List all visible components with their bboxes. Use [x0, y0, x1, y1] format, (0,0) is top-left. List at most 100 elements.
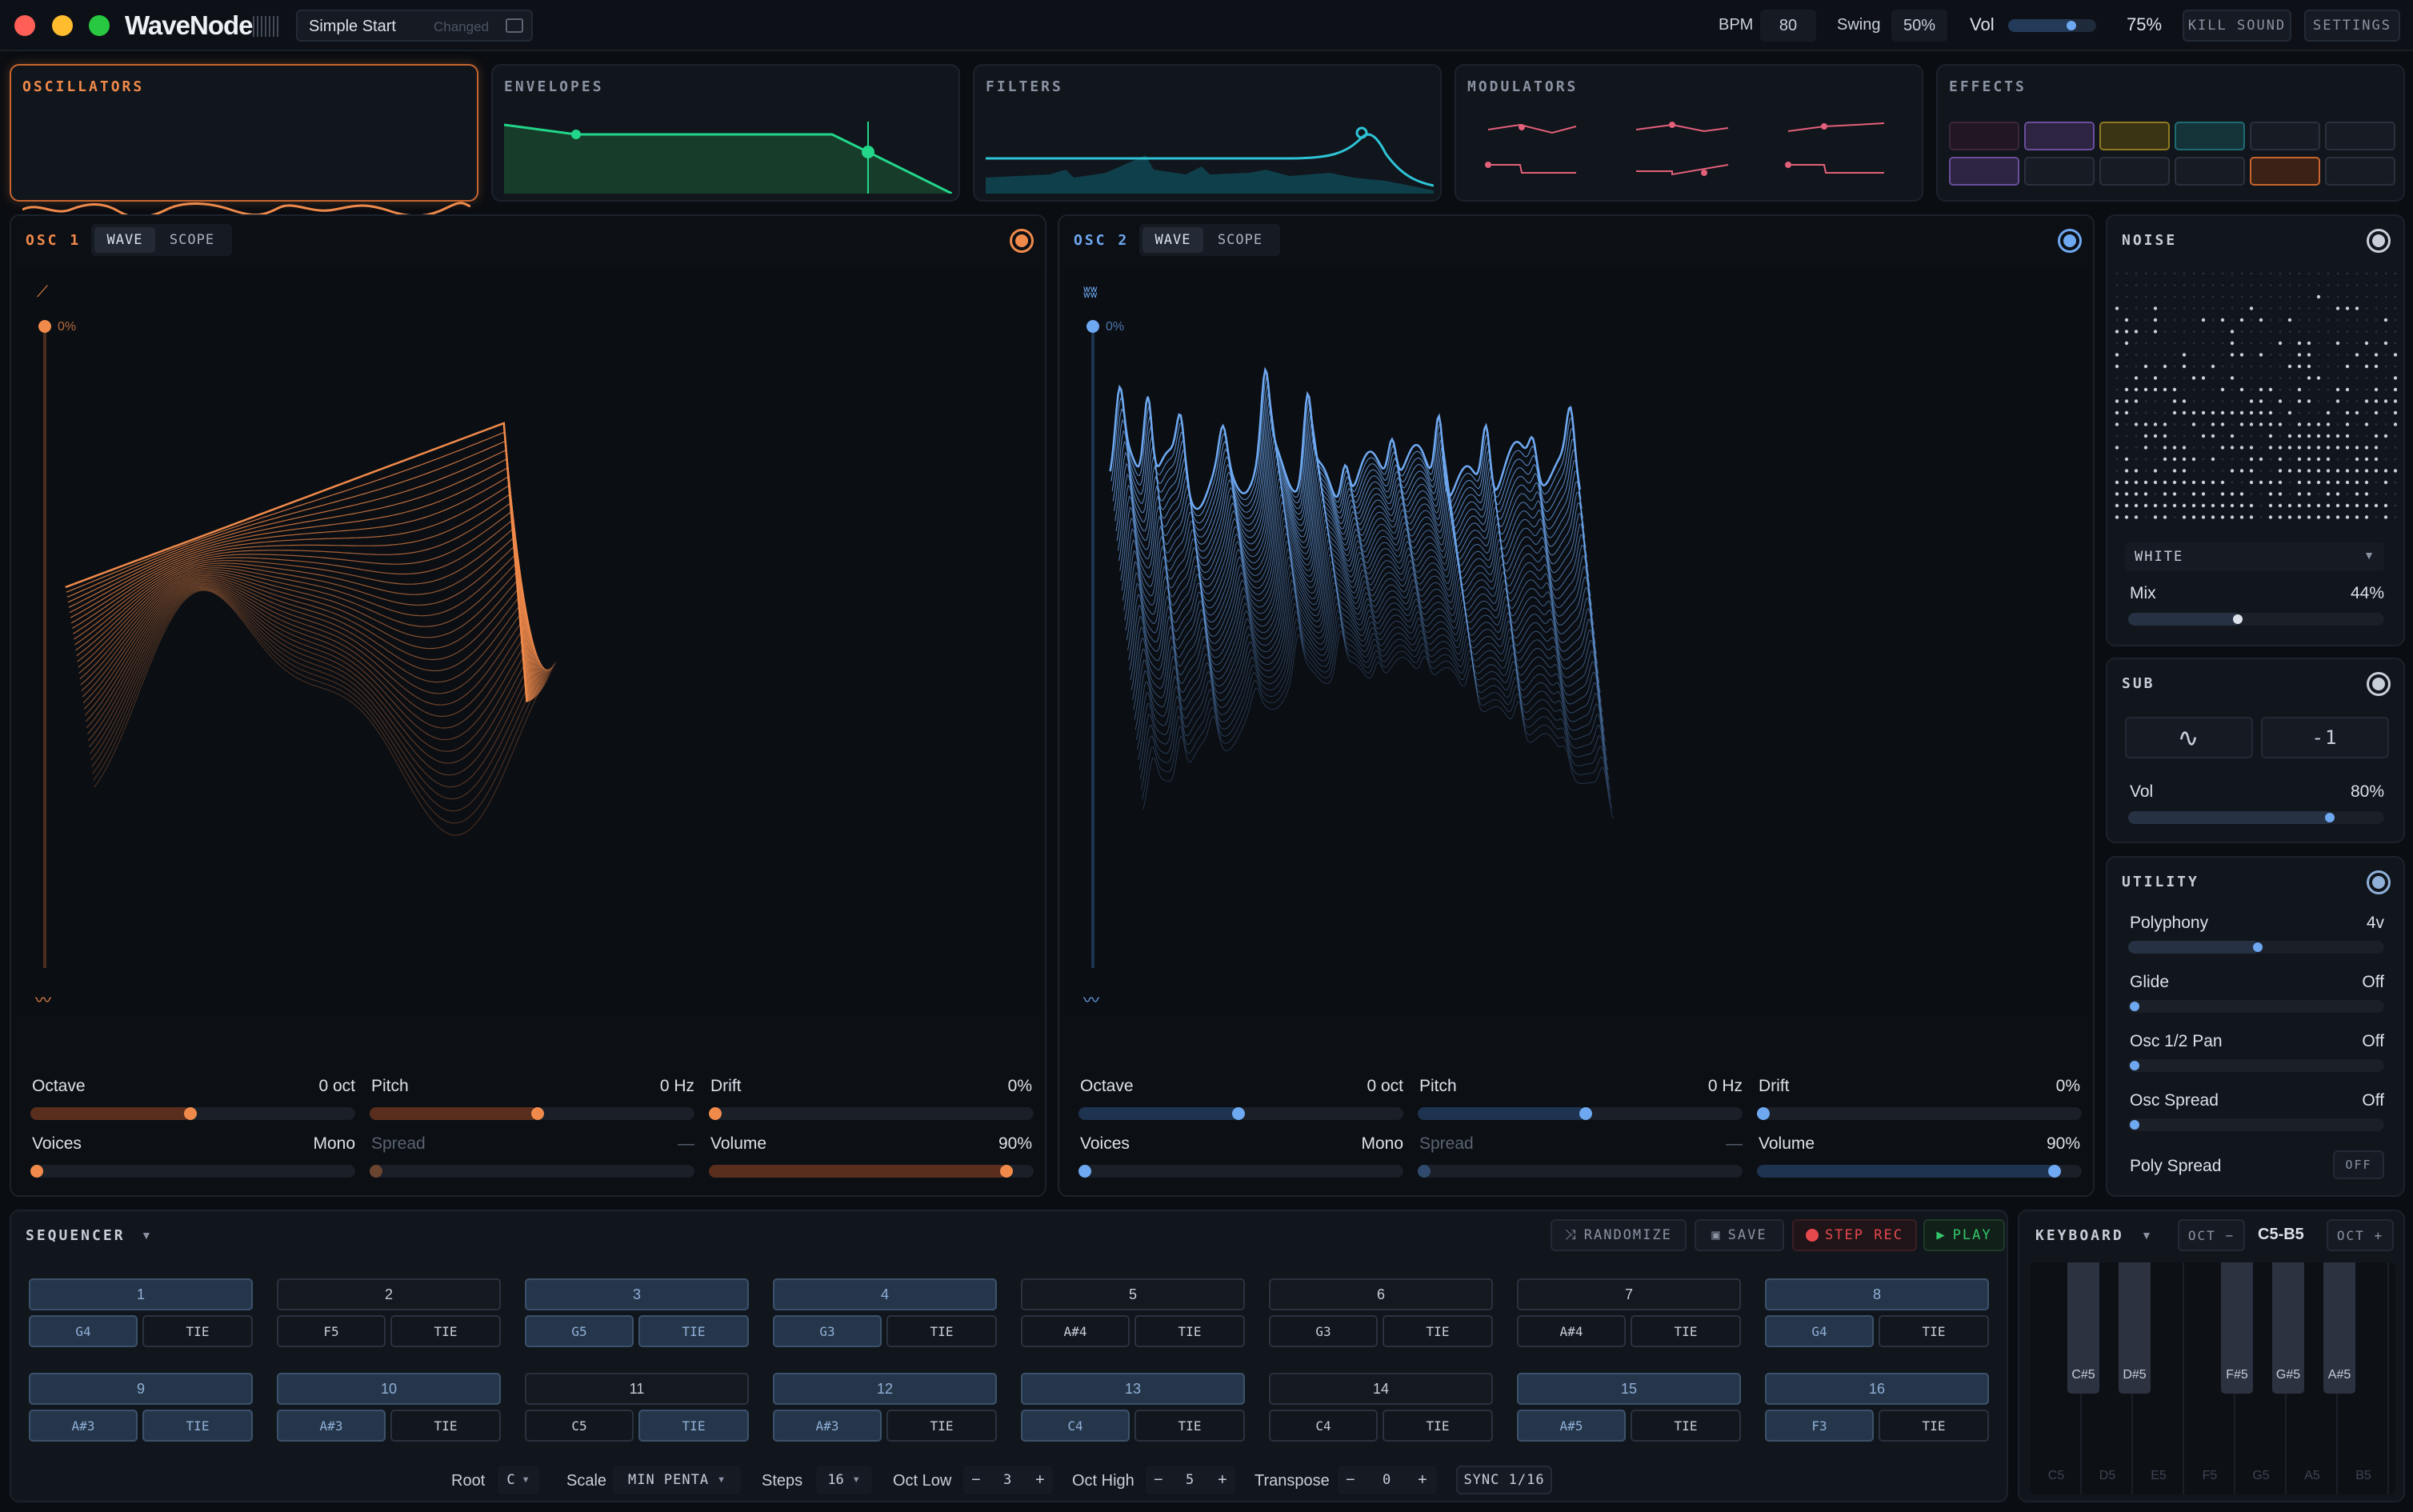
- step-4-note[interactable]: G3: [773, 1315, 882, 1347]
- step-10-tie-toggle[interactable]: TIE: [390, 1410, 501, 1442]
- osc2-tab-scope[interactable]: SCOPE: [1206, 227, 1274, 253]
- osc2-spread-slider[interactable]: [1418, 1165, 1743, 1178]
- steps-select[interactable]: 16 ▼: [816, 1466, 872, 1494]
- preset-selector[interactable]: Simple Start Changed: [296, 10, 533, 42]
- oct-low-decrement-button[interactable]: −: [971, 1471, 981, 1490]
- osc1-octave-slider[interactable]: [30, 1107, 355, 1120]
- oct-high-stepper[interactable]: − 5 +: [1146, 1466, 1235, 1494]
- osc1-tab-scope[interactable]: SCOPE: [158, 227, 226, 253]
- step-16-note[interactable]: F3: [1765, 1410, 1874, 1442]
- step-5-button[interactable]: 5: [1021, 1278, 1245, 1310]
- settings-button[interactable]: SETTINGS: [2304, 10, 2400, 42]
- overview-oscillators[interactable]: OSCILLATORS: [10, 64, 478, 218]
- step-4-button[interactable]: 4: [773, 1278, 997, 1310]
- osc1-voices-slider[interactable]: [30, 1165, 355, 1178]
- sub-octave-button[interactable]: -1: [2261, 717, 2389, 758]
- effect-eq-tile[interactable]: [2175, 157, 2245, 186]
- step-10-button[interactable]: 10: [277, 1373, 501, 1405]
- step-8-tie-toggle[interactable]: TIE: [1879, 1315, 1989, 1347]
- osc2-pitch-slider[interactable]: [1418, 1107, 1743, 1120]
- poly-spread-toggle[interactable]: OFF: [2333, 1150, 2384, 1179]
- step-5-note[interactable]: A#4: [1021, 1315, 1130, 1347]
- utility-enable-toggle[interactable]: [2367, 870, 2391, 894]
- osc-spread-slider[interactable]: [2128, 1118, 2384, 1131]
- osc1-wave-display[interactable]: ⟋ 0% 〰: [16, 267, 1042, 1010]
- transpose-increment-button[interactable]: +: [1418, 1471, 1427, 1490]
- step-12-button[interactable]: 12: [773, 1373, 997, 1405]
- effect-reverb-tile[interactable]: [2250, 122, 2320, 150]
- step-3-tie-toggle[interactable]: TIE: [638, 1315, 749, 1347]
- transpose-decrement-button[interactable]: −: [1346, 1471, 1355, 1490]
- effect-gate-tile[interactable]: [2325, 157, 2395, 186]
- step-16-tie-toggle[interactable]: TIE: [1879, 1410, 1989, 1442]
- transpose-stepper[interactable]: − 0 +: [1338, 1466, 1437, 1494]
- kill-sound-button[interactable]: KILL SOUND: [2183, 10, 2291, 42]
- step-13-tie-toggle[interactable]: TIE: [1134, 1410, 1245, 1442]
- step-3-button[interactable]: 3: [525, 1278, 749, 1310]
- step-7-tie-toggle[interactable]: TIE: [1631, 1315, 1741, 1347]
- overview-envelopes[interactable]: ENVELOPES: [491, 64, 960, 202]
- step-15-tie-toggle[interactable]: TIE: [1631, 1410, 1741, 1442]
- osc-pan-slider[interactable]: [2128, 1059, 2384, 1072]
- master-volume-knob[interactable]: [2066, 21, 2076, 30]
- step-7-button[interactable]: 7: [1517, 1278, 1741, 1310]
- black-key-F#5[interactable]: F#5: [2221, 1262, 2253, 1394]
- effect-delay-tile[interactable]: [2175, 122, 2245, 150]
- osc2-enable-toggle[interactable]: [2058, 229, 2082, 253]
- glide-slider[interactable]: [2128, 1000, 2384, 1013]
- noise-enable-toggle[interactable]: [2367, 229, 2391, 253]
- step-1-button[interactable]: 1: [29, 1278, 253, 1310]
- overview-filters[interactable]: FILTERS: [973, 64, 1442, 202]
- noise-type-select[interactable]: WHITE ▼: [2125, 542, 2384, 571]
- effect-phaser-tile[interactable]: [2099, 122, 2170, 150]
- oct-high-increment-button[interactable]: +: [1218, 1471, 1227, 1490]
- osc1-enable-toggle[interactable]: [1010, 229, 1034, 253]
- step-9-note[interactable]: A#3: [29, 1410, 138, 1442]
- oct-low-stepper[interactable]: − 3 +: [963, 1466, 1053, 1494]
- step-2-note[interactable]: F5: [277, 1315, 386, 1347]
- root-select[interactable]: C ▼: [498, 1466, 539, 1494]
- step-15-note[interactable]: A#5: [1517, 1410, 1626, 1442]
- step-13-note[interactable]: C4: [1021, 1410, 1130, 1442]
- step-10-note[interactable]: A#3: [277, 1410, 386, 1442]
- step-11-note[interactable]: C5: [525, 1410, 634, 1442]
- maximize-window-button[interactable]: [89, 15, 110, 36]
- step-1-note[interactable]: G4: [29, 1315, 138, 1347]
- black-key-D#5[interactable]: D#5: [2119, 1262, 2151, 1394]
- black-key-C#5[interactable]: C#5: [2067, 1262, 2099, 1394]
- sidebar-toggle-icon[interactable]: [506, 18, 523, 33]
- effect-bitcrush-tile[interactable]: [2099, 157, 2170, 186]
- close-window-button[interactable]: [14, 15, 35, 36]
- master-volume-slider[interactable]: [2008, 19, 2096, 32]
- overview-effects[interactable]: EFFECTS: [1936, 64, 2405, 202]
- osc1-pitch-slider[interactable]: [370, 1107, 694, 1120]
- effect-flanger-tile[interactable]: [1949, 157, 2019, 186]
- oct-up-button[interactable]: OCT +: [2327, 1219, 2394, 1251]
- step-9-button[interactable]: 9: [29, 1373, 253, 1405]
- osc2-drift-slider[interactable]: [1757, 1107, 2082, 1120]
- step-4-tie-toggle[interactable]: TIE: [886, 1315, 997, 1347]
- oct-down-button[interactable]: OCT −: [2178, 1219, 2245, 1251]
- step-16-button[interactable]: 16: [1765, 1373, 1989, 1405]
- sub-waveform-button[interactable]: ∿: [2125, 717, 2253, 758]
- osc2-voices-slider[interactable]: [1078, 1165, 1403, 1178]
- step-1-tie-toggle[interactable]: TIE: [142, 1315, 253, 1347]
- oct-high-decrement-button[interactable]: −: [1154, 1471, 1163, 1490]
- osc2-octave-slider[interactable]: [1078, 1107, 1403, 1120]
- step-14-button[interactable]: 14: [1269, 1373, 1493, 1405]
- polyphony-slider[interactable]: [2128, 941, 2384, 954]
- overview-modulators[interactable]: MODULATORS: [1455, 64, 1923, 202]
- effect-warp-tile[interactable]: [2250, 157, 2320, 186]
- step-14-note[interactable]: C4: [1269, 1410, 1378, 1442]
- step-14-tie-toggle[interactable]: TIE: [1383, 1410, 1493, 1442]
- effect-widener-tile[interactable]: [2325, 122, 2395, 150]
- step-5-tie-toggle[interactable]: TIE: [1134, 1315, 1245, 1347]
- osc2-wave-display[interactable]: ʬʬ 0% 〰: [1064, 267, 2090, 1010]
- osc1-volume-slider[interactable]: [709, 1165, 1034, 1178]
- step-13-button[interactable]: 13: [1021, 1373, 1245, 1405]
- scale-select[interactable]: MIN PENTA ▼: [613, 1466, 741, 1494]
- step-11-tie-toggle[interactable]: TIE: [638, 1410, 749, 1442]
- step-2-button[interactable]: 2: [277, 1278, 501, 1310]
- bpm-field[interactable]: 80: [1760, 10, 1816, 42]
- osc1-drift-slider[interactable]: [709, 1107, 1034, 1120]
